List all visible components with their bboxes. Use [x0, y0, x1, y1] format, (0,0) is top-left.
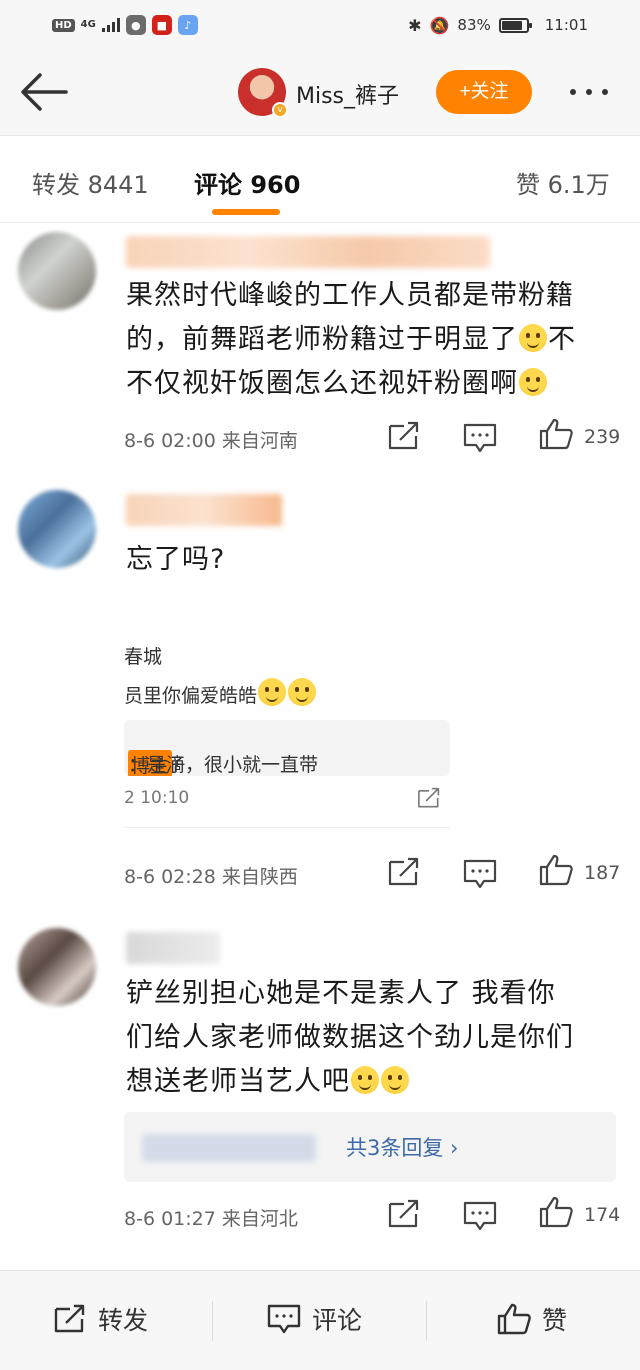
tab-comments[interactable]: 评论 960 — [194, 165, 300, 200]
comment-line: 的，前舞蹈老师粉籍过于明显了不 — [126, 324, 576, 355]
more-options-button[interactable] — [570, 80, 622, 104]
status-right: ✱ 🔕 83% 11:01 — [408, 16, 588, 35]
divider — [212, 1301, 213, 1341]
comment-line: 果然时代峰峻的工作人员都是带粉籍 — [126, 280, 574, 311]
quoted-text-content: 员里你偏爱皓皓 — [124, 685, 258, 707]
like-icon[interactable] — [538, 418, 574, 450]
share-icon[interactable] — [386, 1198, 422, 1230]
mute-bell-icon: 🔕 — [429, 15, 450, 35]
repost-button[interactable]: 转发 — [52, 1301, 148, 1337]
comment-meta: 8-6 01:27 来自河北 — [124, 1208, 298, 1230]
dot-icon — [602, 89, 608, 95]
like-count: 174 — [584, 1204, 621, 1226]
like-button[interactable]: 赞 — [496, 1301, 567, 1337]
hd-badge: HD — [52, 18, 75, 32]
active-tab-indicator — [212, 209, 280, 215]
status-bar: HD 4G ● ■ ♪ ✱ 🔕 83% 11:01 — [0, 0, 640, 50]
commenter-name-blurred[interactable] — [126, 494, 282, 526]
battery-percent: 83% — [457, 16, 491, 34]
tongue-emoji-icon — [288, 678, 317, 706]
dot-icon — [586, 89, 592, 95]
share-icon[interactable] — [416, 786, 442, 810]
network-type: 4G — [80, 19, 96, 30]
tongue-emoji-icon — [258, 678, 287, 706]
view-replies-link[interactable]: 共3条回复 › — [346, 1132, 458, 1162]
like-icon — [497, 1303, 531, 1335]
signal-icon — [101, 18, 120, 32]
comment-line-text: 的，前舞蹈老师粉籍过于明显了 — [126, 324, 518, 355]
commenter-name-blurred[interactable] — [126, 236, 490, 268]
laugh-cry-emoji-icon — [381, 1066, 409, 1094]
like-count: 239 — [584, 426, 621, 448]
wechat-icon: ● — [125, 15, 146, 35]
commenter-avatar[interactable] — [18, 928, 96, 1006]
comment-text: 果然时代峰峻的工作人员都是带粉籍 的，前舞蹈老师粉籍过于明显了不 不仅视奸饭圈怎… — [126, 274, 576, 406]
divider — [426, 1301, 427, 1341]
share-icon — [54, 1304, 85, 1333]
back-button[interactable] — [18, 70, 70, 114]
repost-label: 转发 — [98, 1306, 149, 1335]
quoted-comment[interactable]: 春城 员里你偏爱皓皓 s_裤子博主：是滴，很小就一直带 2 10:10 — [124, 632, 450, 828]
comment-meta: 8-6 02:28 来自陕西 — [124, 866, 298, 888]
comment-meta: 8-6 02:00 来自河南 — [124, 430, 298, 452]
comment-text: 忘了吗? — [126, 538, 225, 582]
author-nickname[interactable]: Miss_裤子 — [296, 78, 399, 110]
like-count: 187 — [584, 862, 621, 884]
replies-preview[interactable]: 共3条回复 › — [124, 1112, 616, 1182]
comment-icon[interactable] — [462, 422, 498, 454]
comment-text: 铲丝别担心她是不是素人了 我看你 们给人家老师做数据这个劲儿是你们 想送老师当艺… — [126, 972, 574, 1104]
bottom-action-bar: 转发 评论 赞 — [0, 1270, 640, 1370]
follow-button[interactable]: +关注 — [436, 70, 532, 114]
battery-icon — [498, 17, 532, 33]
tab-likes[interactable]: 赞 6.1万 — [516, 165, 610, 200]
comment-label: 评论 — [312, 1306, 363, 1335]
reply-text: ：是滴，很小就一直带 — [128, 754, 319, 776]
like-icon[interactable] — [538, 1196, 574, 1228]
nav-bar: v Miss_裤子 +关注 — [0, 50, 640, 136]
commenter-avatar[interactable] — [18, 490, 96, 568]
verified-badge-icon: v — [272, 102, 288, 118]
replies-preview-blurred — [142, 1134, 316, 1162]
comment-line: 不仅视奸饭圈怎么还视奸粉圈啊 — [126, 362, 576, 406]
share-icon[interactable] — [386, 420, 422, 452]
comment-line: 们给人家老师做数据这个劲儿是你们 — [126, 1022, 574, 1053]
comment-icon[interactable] — [462, 858, 498, 890]
quoted-text: 员里你偏爱皓皓 — [124, 678, 317, 708]
commenter-name-blurred[interactable] — [126, 932, 220, 964]
bluetooth-icon: ✱ — [408, 15, 422, 35]
like-icon[interactable] — [538, 854, 574, 886]
news-app-icon: ■ — [151, 15, 172, 35]
quoted-time: 2 10:10 — [124, 788, 190, 808]
commenter-avatar[interactable] — [18, 232, 96, 310]
smile-emoji-icon — [519, 368, 547, 396]
worried-emoji-icon — [351, 1066, 379, 1094]
share-icon[interactable] — [386, 856, 422, 888]
status-left: HD 4G ● ■ ♪ — [52, 15, 198, 35]
comment-icon[interactable] — [462, 1200, 498, 1232]
author-avatar[interactable]: v — [238, 68, 288, 118]
like-label: 赞 — [542, 1306, 568, 1335]
clock: 11:01 — [544, 16, 588, 34]
quoted-reply: s_裤子博主：是滴，很小就一直带 — [124, 720, 450, 776]
comment-line: 铲丝别担心她是不是素人了 我看你 — [126, 978, 556, 1009]
comment-line: 忘了吗? — [126, 544, 226, 575]
comment-line-text: 想送老师当艺人吧 — [126, 1066, 350, 1097]
quoted-author: 春城 — [124, 646, 163, 668]
smile-emoji-icon — [519, 324, 547, 352]
comment-line: 想送老师当艺人吧 — [126, 1060, 574, 1104]
comment-icon — [267, 1304, 301, 1334]
comment-line-text: 不仅视奸饭圈怎么还视奸粉圈啊 — [126, 368, 518, 399]
dot-icon — [570, 89, 576, 95]
tab-repost[interactable]: 转发 8441 — [32, 165, 149, 200]
tab-bar: 转发 8441 评论 960 赞 6.1万 — [0, 137, 640, 223]
music-icon: ♪ — [177, 15, 198, 35]
back-arrow-icon — [21, 73, 68, 111]
comment-button[interactable]: 评论 — [266, 1301, 362, 1337]
